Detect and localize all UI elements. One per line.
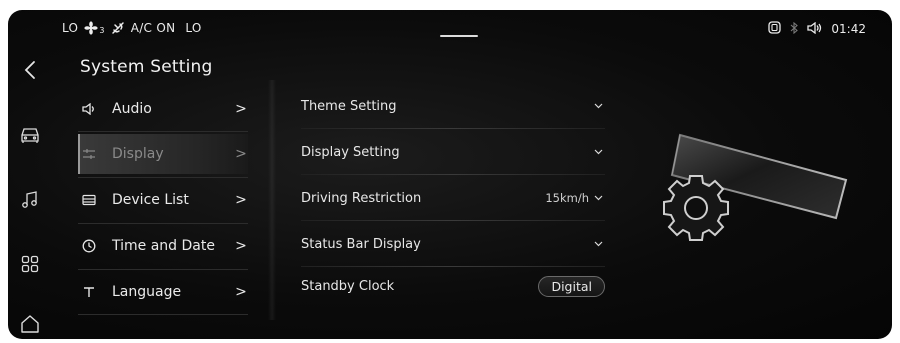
- divider: [78, 177, 248, 178]
- left-rail: [8, 42, 56, 339]
- setting-standby-clock[interactable]: Standby Clock Digital: [301, 264, 605, 308]
- sliders-icon: [78, 148, 108, 160]
- menu-item-language[interactable]: Language >: [78, 272, 248, 312]
- left-temperature: LO: [62, 21, 79, 35]
- system-status: 01:42: [768, 21, 866, 37]
- divider: [78, 131, 248, 132]
- car-icon[interactable]: [16, 122, 44, 150]
- chevron-down-icon: [591, 241, 605, 247]
- setting-driving-restriction[interactable]: Driving Restriction 15km/h: [301, 176, 605, 220]
- climate-status[interactable]: LO 3 A/C ON LO: [62, 21, 202, 35]
- setting-label: Standby Clock: [301, 278, 395, 294]
- setting-theme[interactable]: Theme Setting: [301, 84, 605, 128]
- standby-clock-button[interactable]: Digital: [538, 275, 605, 297]
- setting-label: Theme Setting: [301, 98, 397, 114]
- home-icon[interactable]: [16, 310, 44, 338]
- menu-item-device-list[interactable]: Device List >: [78, 180, 248, 220]
- chevron-right-icon: >: [235, 146, 247, 162]
- menu-item-label: Display: [112, 146, 164, 162]
- text-icon: [78, 285, 108, 299]
- divider: [301, 174, 605, 175]
- chevron-right-icon: >: [235, 238, 247, 254]
- gear-icon: [663, 175, 729, 241]
- head-unit-screen: LO 3 A/C ON LO 01:42 System Setting Audi…: [8, 10, 892, 339]
- device-list-icon: [78, 194, 108, 206]
- chevron-down-icon: [591, 195, 605, 201]
- setting-label: Display Setting: [301, 144, 400, 160]
- music-icon[interactable]: [16, 186, 44, 214]
- divider: [78, 269, 248, 270]
- menu-item-label: Device List: [112, 192, 189, 208]
- divider: [78, 223, 248, 224]
- volume-icon: [807, 21, 823, 37]
- menu-item-time-and-date[interactable]: Time and Date >: [78, 226, 248, 266]
- airflow-icon: [111, 21, 125, 35]
- menu-item-display[interactable]: Display >: [78, 134, 248, 174]
- chevron-right-icon: >: [235, 101, 247, 117]
- chevron-down-icon: [591, 149, 605, 155]
- back-icon[interactable]: [16, 56, 44, 84]
- bluetooth-icon: [789, 21, 799, 37]
- setting-label: Status Bar Display: [301, 236, 421, 252]
- fan-icon: 3: [84, 21, 104, 35]
- setting-value: 15km/h: [545, 191, 589, 205]
- setting-status-bar-display[interactable]: Status Bar Display: [301, 222, 605, 266]
- speaker-icon: [78, 103, 108, 115]
- menu-item-audio[interactable]: Audio >: [78, 89, 248, 129]
- setting-label: Driving Restriction: [301, 190, 422, 206]
- apps-icon[interactable]: [16, 250, 44, 278]
- clock: 01:42: [831, 22, 866, 36]
- divider: [301, 128, 605, 129]
- status-bar: LO 3 A/C ON LO 01:42: [8, 10, 892, 42]
- divider: [301, 220, 605, 221]
- divider: [78, 314, 248, 315]
- chevron-right-icon: >: [235, 192, 247, 208]
- chevron-right-icon: >: [235, 284, 247, 300]
- fan-level: 3: [99, 26, 105, 35]
- menu-item-label: Language: [112, 284, 182, 300]
- phone-projection-icon: [768, 21, 782, 37]
- page-title: System Setting: [80, 57, 213, 77]
- notification-pull-handle[interactable]: [440, 35, 478, 37]
- right-temperature: LO: [185, 21, 202, 35]
- display-settings-illustration: [628, 120, 858, 270]
- menu-item-label: Audio: [112, 101, 152, 117]
- device-frame: LO 3 A/C ON LO 01:42 System Setting Audi…: [0, 0, 900, 343]
- menu-item-label: Time and Date: [112, 238, 215, 254]
- panel-divider: [268, 80, 276, 320]
- clock-icon: [78, 239, 108, 253]
- ac-status: A/C ON: [130, 21, 176, 35]
- chevron-down-icon: [591, 103, 605, 109]
- setting-display[interactable]: Display Setting: [301, 130, 605, 174]
